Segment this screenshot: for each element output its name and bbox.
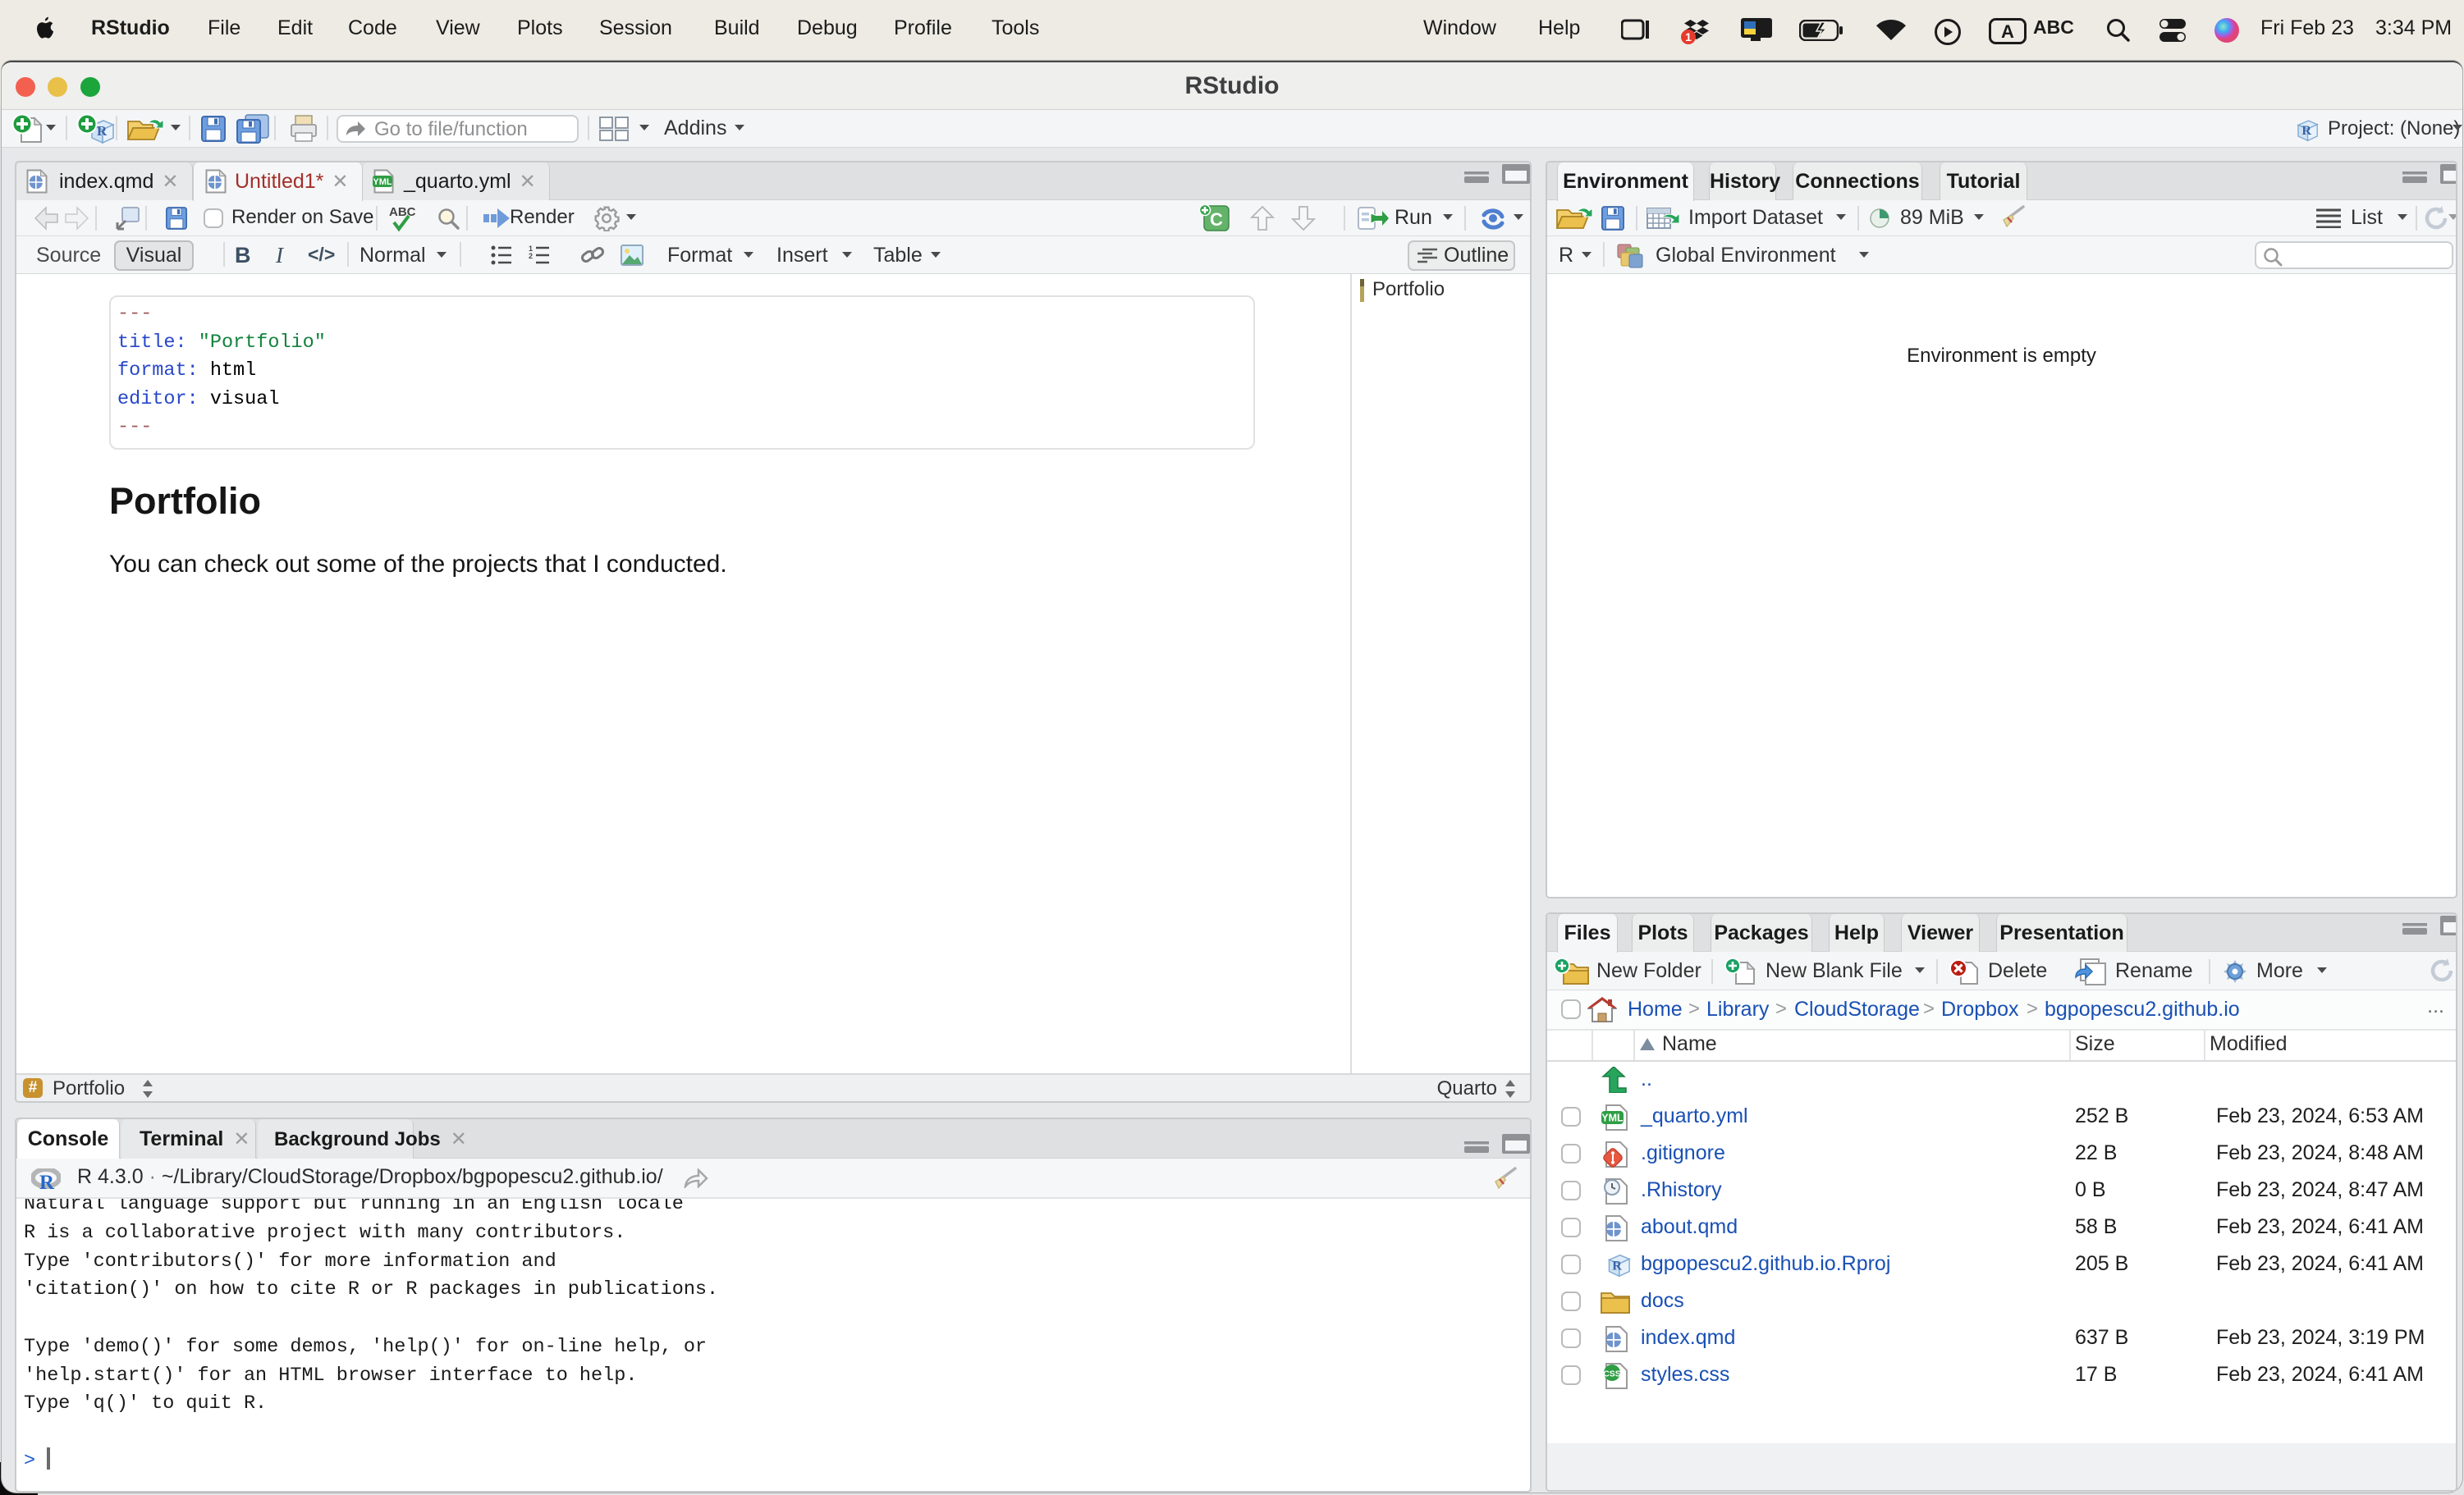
svg-text:YML: YML: [1601, 1113, 1624, 1124]
svg-text:2: 2: [529, 252, 533, 260]
svg-text:A: A: [2001, 21, 2014, 42]
svg-text:R: R: [97, 123, 108, 139]
svg-text:YML: YML: [373, 177, 392, 187]
svg-text:R: R: [1612, 1260, 1622, 1273]
svg-text:CSS: CSS: [1603, 1369, 1621, 1379]
svg-text:C: C: [1210, 209, 1223, 230]
svg-text:ABC: ABC: [389, 205, 416, 219]
svg-text:R: R: [39, 1172, 55, 1191]
svg-text:1: 1: [1685, 30, 1692, 43]
svg-text:R: R: [2301, 124, 2311, 138]
